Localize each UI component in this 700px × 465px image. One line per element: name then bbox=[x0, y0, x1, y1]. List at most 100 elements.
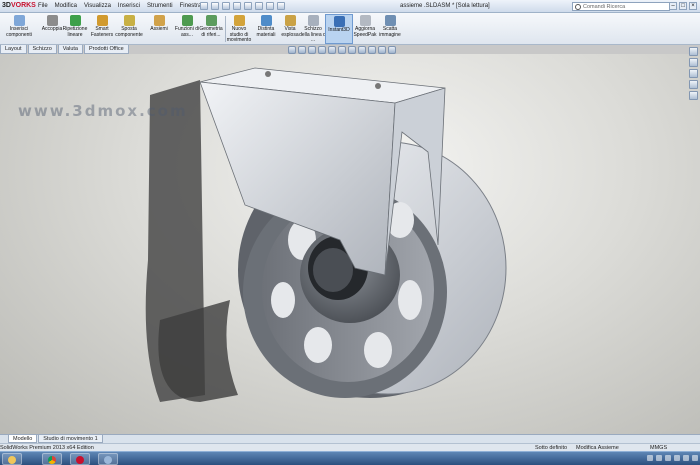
windows-taskbar bbox=[0, 451, 700, 465]
zoom-to-fit-icon[interactable] bbox=[288, 46, 296, 54]
chrome-icon bbox=[48, 456, 56, 464]
reference-plane-icon bbox=[205, 15, 217, 26]
search-commands-input[interactable]: Comandi Ricerca bbox=[572, 2, 670, 11]
window-icon bbox=[104, 456, 112, 464]
minimize-button[interactable]: – bbox=[669, 2, 677, 10]
tab-sketch[interactable]: Schizzo bbox=[27, 45, 57, 54]
select-icon[interactable] bbox=[255, 2, 263, 10]
menu-edit[interactable]: Modifica bbox=[55, 3, 77, 9]
smart-fasteners-button[interactable]: Smart Fasteners bbox=[88, 14, 116, 44]
network-icon[interactable] bbox=[692, 455, 698, 461]
spoke-hole bbox=[364, 332, 392, 368]
assembly-features-icon bbox=[181, 15, 193, 26]
tab-office-products[interactable]: Prodotti Office bbox=[83, 45, 129, 54]
system-tray bbox=[647, 455, 698, 461]
axle bbox=[313, 248, 353, 292]
graphics-area[interactable]: www.3dmox.com bbox=[0, 54, 700, 434]
assemblies-button[interactable]: Assiemi bbox=[145, 14, 173, 44]
linear-pattern-icon bbox=[69, 15, 81, 26]
window-controls: – □ × bbox=[669, 2, 697, 10]
spoke-hole bbox=[271, 282, 295, 318]
close-button[interactable]: × bbox=[689, 2, 697, 10]
mount-hole bbox=[265, 71, 271, 77]
command-manager-tabs: Layout Schizzo Valuta Prodotti Office bbox=[0, 45, 130, 54]
tab-evaluate[interactable]: Valuta bbox=[57, 45, 83, 54]
volume-icon[interactable] bbox=[683, 455, 689, 461]
monitor-icon[interactable] bbox=[388, 46, 396, 54]
status-bar: SolidWorks Premium 2013 x64 Edition Sott… bbox=[0, 443, 700, 451]
explode-line-sketch-icon bbox=[307, 15, 319, 26]
spoke-hole bbox=[398, 280, 422, 320]
window-title: assieme .SLDASM * [Sola lettura] bbox=[400, 3, 490, 9]
new-motion-study-button[interactable]: Nuovo studio di movimento bbox=[226, 14, 252, 44]
exploded-view-icon bbox=[284, 15, 296, 26]
search-icon bbox=[575, 4, 581, 10]
taskbar-solidworks[interactable] bbox=[70, 453, 90, 465]
mate-paperclip-icon bbox=[46, 15, 58, 26]
linear-pattern-button[interactable]: Ripetizione lineare bbox=[62, 14, 88, 44]
watermark-text: www.3dmox.com bbox=[18, 102, 188, 120]
design-library-icon[interactable] bbox=[689, 58, 698, 67]
section-view-icon[interactable] bbox=[318, 46, 326, 54]
rebuild-icon[interactable] bbox=[266, 2, 274, 10]
tray-icon[interactable] bbox=[674, 455, 680, 461]
previous-view-icon[interactable] bbox=[308, 46, 316, 54]
view-orientation-icon[interactable] bbox=[328, 46, 336, 54]
heads-up-view-toolbar bbox=[288, 46, 396, 54]
instant3d-icon bbox=[333, 16, 345, 27]
print-icon[interactable] bbox=[233, 2, 241, 10]
bom-table-icon bbox=[260, 15, 272, 26]
menu-tools[interactable]: Strumenti bbox=[147, 3, 173, 9]
resources-home-icon[interactable] bbox=[689, 47, 698, 56]
edit-appearance-icon[interactable] bbox=[358, 46, 366, 54]
tab-layout[interactable]: Layout bbox=[0, 45, 27, 54]
speedpak-icon bbox=[359, 15, 371, 26]
insert-components-icon bbox=[13, 15, 25, 26]
move-component-icon bbox=[123, 15, 135, 26]
menu-bar: File Modifica Visualizza Inserisci Strum… bbox=[38, 3, 201, 9]
save-icon[interactable] bbox=[222, 2, 230, 10]
display-style-icon[interactable] bbox=[338, 46, 346, 54]
tray-icon[interactable] bbox=[665, 455, 671, 461]
zoom-to-area-icon[interactable] bbox=[298, 46, 306, 54]
folder-icon bbox=[8, 456, 16, 464]
maximize-button[interactable]: □ bbox=[679, 2, 687, 10]
tab-motion-study-1[interactable]: Studio di movimento 1 bbox=[38, 435, 103, 443]
hide-show-items-icon[interactable] bbox=[348, 46, 356, 54]
appearances-icon[interactable] bbox=[689, 91, 698, 100]
menu-view[interactable]: Visualizza bbox=[84, 3, 111, 9]
assembly-features-button[interactable]: Funzioni di ass... bbox=[173, 14, 201, 44]
explode-line-sketch-button[interactable]: Schizzo della linea di ... bbox=[299, 14, 327, 44]
update-speedpak-button[interactable]: Aggiorna SpeedPak bbox=[351, 14, 379, 44]
command-manager: Inserisci componenti Accoppia Ripetizion… bbox=[0, 13, 700, 45]
spoke-hole bbox=[304, 327, 332, 363]
move-component-button[interactable]: Sposta componente bbox=[115, 14, 143, 44]
menu-insert[interactable]: Inserisci bbox=[118, 3, 140, 9]
menu-file[interactable]: File bbox=[38, 3, 48, 9]
options-gear-icon[interactable] bbox=[277, 2, 285, 10]
view-palette-icon[interactable] bbox=[689, 80, 698, 89]
tab-model[interactable]: Modello bbox=[8, 435, 38, 443]
tray-icon[interactable] bbox=[647, 455, 653, 461]
open-file-icon[interactable] bbox=[211, 2, 219, 10]
title-bar: 3DVORKS File Modifica Visualizza Inseris… bbox=[0, 0, 700, 13]
file-explorer-icon[interactable] bbox=[689, 69, 698, 78]
take-snapshot-button[interactable]: Scatta immagine bbox=[376, 14, 404, 44]
undo-icon[interactable] bbox=[244, 2, 252, 10]
solidworks-logo[interactable]: 3DVORKS bbox=[2, 2, 36, 9]
mount-hole bbox=[375, 83, 381, 89]
reference-geometry-button[interactable]: Geometria di riferi... bbox=[198, 14, 224, 44]
insert-components-button[interactable]: Inserisci componenti bbox=[2, 14, 36, 44]
taskbar-app[interactable] bbox=[98, 453, 118, 465]
new-file-icon[interactable] bbox=[200, 2, 208, 10]
solidworks-icon bbox=[76, 456, 84, 464]
instant3d-button[interactable]: Instant3D bbox=[325, 14, 353, 44]
apply-scene-icon[interactable] bbox=[368, 46, 376, 54]
taskbar-chrome[interactable] bbox=[42, 453, 62, 465]
view-settings-icon[interactable] bbox=[378, 46, 386, 54]
menu-window[interactable]: Finestra bbox=[180, 3, 202, 9]
tray-icon[interactable] bbox=[656, 455, 662, 461]
fastener-bolt-icon bbox=[96, 15, 108, 26]
quick-access-toolbar bbox=[200, 2, 285, 10]
taskbar-file-explorer[interactable] bbox=[2, 453, 22, 465]
